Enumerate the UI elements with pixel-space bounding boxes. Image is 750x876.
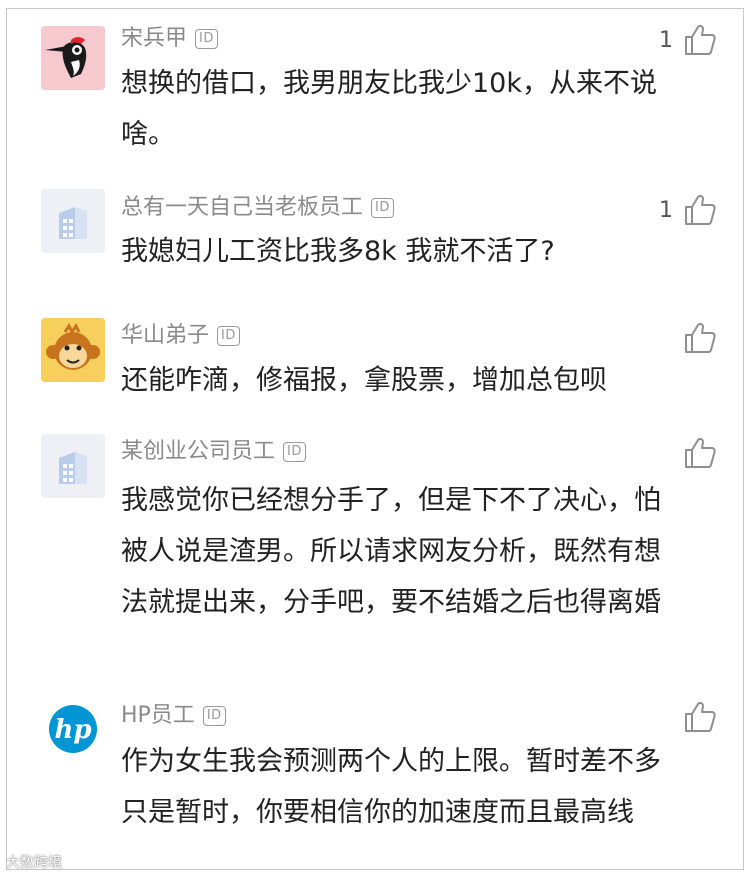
thumbs-up-icon: [685, 322, 716, 353]
woodpecker-icon: [41, 26, 105, 90]
author-name[interactable]: 某创业公司员工: [121, 435, 275, 469]
id-badge: ID: [283, 442, 306, 462]
avatar[interactable]: hp: [41, 697, 105, 761]
avatar[interactable]: [41, 434, 105, 498]
avatar[interactable]: [41, 318, 105, 382]
avatar[interactable]: [41, 189, 105, 253]
thumbs-up-icon: [685, 194, 716, 225]
like-button[interactable]: 1: [659, 23, 717, 57]
avatar[interactable]: [41, 26, 105, 90]
like-button[interactable]: 1: [659, 193, 717, 227]
id-badge: ID: [195, 29, 218, 49]
id-badge: ID: [202, 706, 226, 726]
comment-text: 我感觉你已经想分手了，但是下不了决心，怕被人说是渣男。所以请求网友分析，既然有想…: [121, 485, 661, 618]
monkey-icon: [41, 318, 105, 382]
comment-text: 作为女生我会预测两个人的上限。暂时差不多只是暂时，你要相信你的加速度而且最高线: [121, 746, 661, 828]
author-name[interactable]: 宋兵甲: [121, 22, 187, 56]
id-badge: ID: [371, 198, 394, 218]
like-count: 1: [659, 27, 673, 53]
like-button[interactable]: [673, 321, 717, 355]
comment-text: 想换的借口，我男朋友比我少10k，从来不说啥。: [121, 68, 657, 150]
building-icon: [41, 189, 105, 253]
svg-text:hp: hp: [54, 715, 91, 745]
comment-text: 还能咋滴，修福报，拿股票，增加总包呗: [121, 365, 607, 396]
thumbs-up-icon: [685, 24, 716, 55]
author-name[interactable]: HP员工: [121, 699, 195, 733]
id-badge: ID: [217, 326, 240, 346]
author-name[interactable]: 华山弟子: [121, 319, 209, 353]
like-count: 1: [659, 197, 673, 223]
author-name[interactable]: 总有一天自己当老板员工: [121, 191, 363, 225]
like-button[interactable]: [673, 436, 717, 470]
watermark: 大数跨境: [6, 855, 62, 871]
hp-logo-icon: hp: [49, 705, 97, 753]
comment-text: 我媳妇儿工资比我多8k 我就不活了?: [121, 236, 555, 267]
comment-list: 宋兵甲 ID 想换的借口，我男朋友比我少10k，从来不说啥。 1 总有一天自己当…: [6, 8, 744, 870]
thumbs-up-icon: [685, 437, 716, 468]
building-icon: [41, 434, 105, 498]
like-button[interactable]: [673, 700, 717, 734]
thumbs-up-icon: [685, 701, 716, 732]
